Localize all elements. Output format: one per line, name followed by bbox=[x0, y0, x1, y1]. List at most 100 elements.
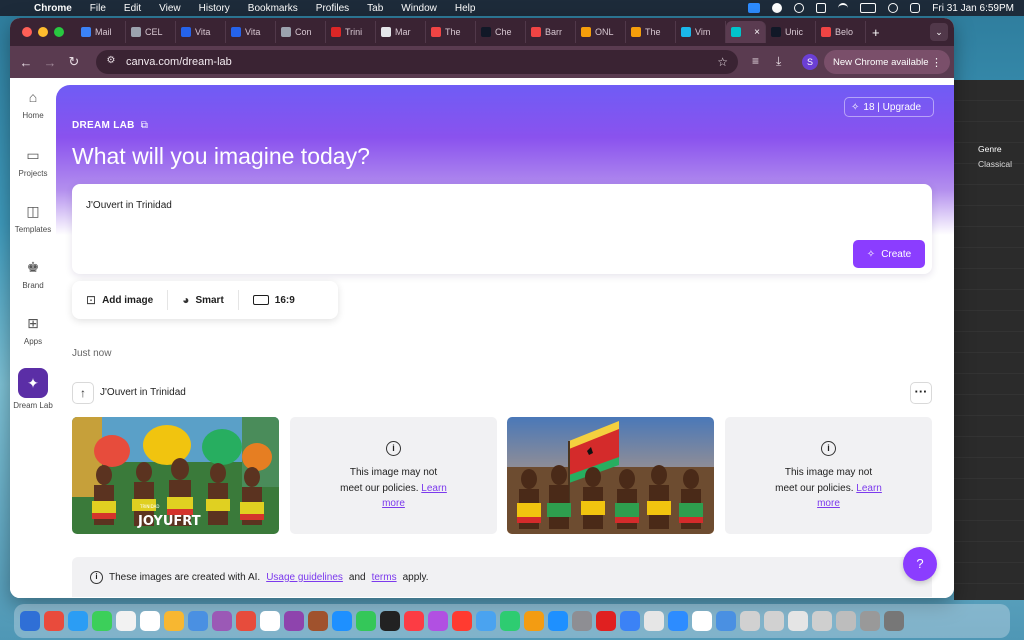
create-button[interactable]: ✧ Create bbox=[853, 240, 925, 268]
menu-profiles[interactable]: Profiles bbox=[316, 3, 349, 14]
dock-app-icon[interactable] bbox=[332, 611, 352, 631]
menu-edit[interactable]: Edit bbox=[124, 3, 141, 14]
browser-tab[interactable]: Vita bbox=[176, 21, 226, 43]
dock-app-icon[interactable] bbox=[404, 611, 424, 631]
reuse-prompt-button[interactable]: ↑ bbox=[72, 382, 94, 404]
browser-tab[interactable]: The bbox=[626, 21, 676, 43]
zoom-status-icon[interactable] bbox=[748, 3, 761, 13]
dock-app-icon[interactable] bbox=[644, 611, 664, 631]
dock-app-icon[interactable] bbox=[428, 611, 448, 631]
dock-app-icon[interactable] bbox=[836, 611, 856, 631]
credits-upgrade-button[interactable]: ✧ 18 | Upgrade bbox=[844, 97, 934, 117]
dock-app-icon[interactable] bbox=[476, 611, 496, 631]
dock-app-icon[interactable] bbox=[572, 611, 592, 631]
menu-window[interactable]: Window bbox=[401, 3, 437, 14]
media-controls-icon[interactable]: ≡ bbox=[752, 54, 759, 68]
dock-app-icon[interactable] bbox=[284, 611, 304, 631]
dock-app-icon[interactable] bbox=[788, 611, 808, 631]
dock-app-icon[interactable] bbox=[812, 611, 832, 631]
sidenav-item-templates[interactable]: ◫ Templates bbox=[10, 200, 56, 234]
menu-view[interactable]: View bbox=[159, 3, 181, 14]
browser-tab[interactable]: Vim bbox=[676, 21, 726, 43]
dock-app-icon[interactable] bbox=[764, 611, 784, 631]
forward-button[interactable]: → bbox=[38, 55, 62, 70]
dock-app-icon[interactable] bbox=[692, 611, 712, 631]
dock-app-icon[interactable] bbox=[116, 611, 136, 631]
dock-app-icon[interactable] bbox=[308, 611, 328, 631]
dock-app-icon[interactable] bbox=[164, 611, 184, 631]
browser-tab[interactable]: Unic bbox=[766, 21, 816, 43]
dock-app-icon[interactable] bbox=[452, 611, 472, 631]
menu-history[interactable]: History bbox=[199, 3, 230, 14]
tab-search-button[interactable]: ⌄ bbox=[930, 23, 948, 41]
search-icon[interactable] bbox=[888, 3, 899, 13]
bookmark-star-icon[interactable]: ☆ bbox=[717, 55, 728, 69]
aspect-ratio-button[interactable]: 16:9 bbox=[237, 290, 309, 310]
dock-app-icon[interactable] bbox=[92, 611, 112, 631]
reload-button[interactable]: ↻ bbox=[62, 54, 86, 70]
dock-app-icon[interactable] bbox=[212, 611, 232, 631]
dock-app-icon[interactable] bbox=[884, 611, 904, 631]
menu-bookmarks[interactable]: Bookmarks bbox=[248, 3, 298, 14]
help-button[interactable]: ? bbox=[903, 547, 937, 581]
learn-more-link[interactable]: Learn bbox=[421, 483, 447, 494]
sidenav-item-home[interactable]: ⌂ Home bbox=[10, 86, 56, 120]
dock-app-icon[interactable] bbox=[356, 611, 376, 631]
prompt-input[interactable]: J'Ouvert in Trinidad bbox=[86, 200, 172, 211]
battery-icon[interactable] bbox=[860, 3, 877, 13]
browser-tab[interactable]: Mar bbox=[376, 21, 426, 43]
style-button[interactable]: ◕ Smart bbox=[167, 290, 238, 310]
dock-app-icon[interactable] bbox=[44, 611, 64, 631]
wifi-icon[interactable] bbox=[838, 3, 849, 13]
dock-app-icon[interactable] bbox=[380, 611, 400, 631]
dock-app-icon[interactable] bbox=[668, 611, 688, 631]
dock-app-icon[interactable] bbox=[236, 611, 256, 631]
zoom-window-button[interactable] bbox=[54, 27, 64, 37]
browser-tab[interactable]: Trini bbox=[326, 21, 376, 43]
browser-tab[interactable]: Con bbox=[276, 21, 326, 43]
close-window-button[interactable] bbox=[22, 27, 32, 37]
more-options-button[interactable]: ··· bbox=[910, 382, 932, 404]
menu-help[interactable]: Help bbox=[455, 3, 476, 14]
dock-app-icon[interactable] bbox=[740, 611, 760, 631]
dock-app-icon[interactable] bbox=[500, 611, 520, 631]
sidenav-item-apps[interactable]: ⊞ Apps bbox=[10, 312, 56, 346]
address-bar[interactable]: ⚙ canva.com/dream-lab ☆ bbox=[96, 50, 738, 74]
update-chrome-button[interactable]: New Chrome available ⋮ bbox=[824, 50, 950, 74]
browser-tab[interactable]: Vita bbox=[226, 21, 276, 43]
menu-app-name[interactable]: Chrome bbox=[34, 3, 72, 14]
clock[interactable]: Fri 31 Jan 6:59PM bbox=[932, 3, 1014, 14]
malwarebytes-icon[interactable] bbox=[772, 3, 783, 13]
sidenav-item-projects[interactable]: ▭ Projects bbox=[10, 144, 56, 178]
dock-app-icon[interactable] bbox=[188, 611, 208, 631]
browser-tab[interactable]: The bbox=[426, 21, 476, 43]
back-button[interactable]: ← bbox=[14, 55, 38, 70]
sidenav-item-dream-lab[interactable]: ✦ Dream Lab bbox=[10, 368, 56, 410]
dock-app-icon[interactable] bbox=[68, 611, 88, 631]
new-tab-button[interactable]: + bbox=[872, 25, 880, 40]
sidenav-item-brand[interactable]: ♚ Brand bbox=[10, 256, 56, 290]
browser-tab[interactable]: ONL bbox=[576, 21, 626, 43]
dock-app-icon[interactable] bbox=[260, 611, 280, 631]
dock-app-icon[interactable] bbox=[596, 611, 616, 631]
browser-tab[interactable]: Belo bbox=[816, 21, 866, 43]
add-image-button[interactable]: ⊡ Add image bbox=[72, 290, 167, 310]
profile-avatar[interactable]: S bbox=[802, 54, 818, 70]
cast-icon[interactable] bbox=[816, 3, 827, 13]
control-center-icon[interactable] bbox=[910, 3, 921, 13]
dock-app-icon[interactable] bbox=[716, 611, 736, 631]
learn-more-link-cont[interactable]: more bbox=[382, 498, 405, 509]
site-settings-icon[interactable]: ⚙ bbox=[104, 55, 118, 69]
close-tab-icon[interactable]: × bbox=[754, 27, 760, 38]
play-icon[interactable] bbox=[794, 3, 805, 13]
browser-tab[interactable]: CEL bbox=[126, 21, 176, 43]
learn-more-link-cont[interactable]: more bbox=[817, 498, 840, 509]
menu-tab[interactable]: Tab bbox=[367, 3, 383, 14]
generated-image-2[interactable] bbox=[507, 417, 714, 534]
terms-link[interactable]: terms bbox=[372, 572, 397, 583]
learn-more-link[interactable]: Learn bbox=[856, 483, 882, 494]
dock-app-icon[interactable] bbox=[20, 611, 40, 631]
browser-tab[interactable]: × bbox=[726, 21, 766, 43]
dock-app-icon[interactable] bbox=[524, 611, 544, 631]
more-menu-icon[interactable]: ⋮ bbox=[931, 56, 942, 69]
